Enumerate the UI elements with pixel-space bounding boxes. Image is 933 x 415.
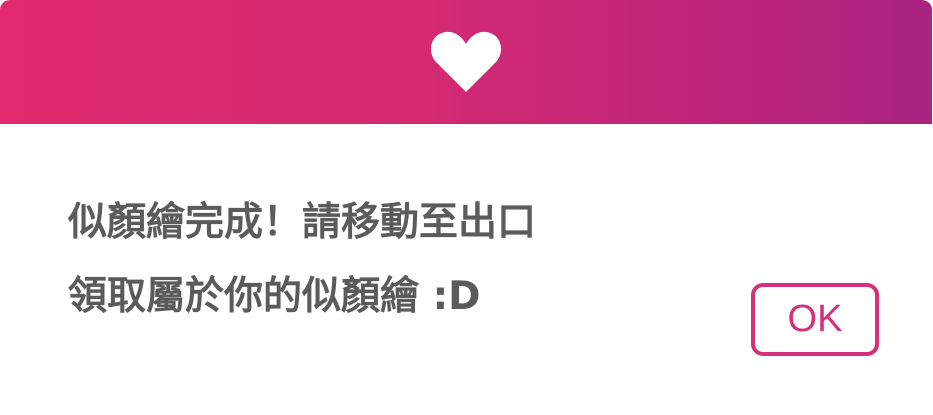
ok-button[interactable]: OK bbox=[751, 283, 879, 356]
completion-dialog: 似顏繪完成！請移動至出口 領取屬於你的似顏繪 :D OK bbox=[0, 0, 933, 415]
message-line-1: 似顏繪完成！請移動至出口 bbox=[68, 200, 537, 245]
dialog-header bbox=[0, 0, 932, 124]
heart-icon bbox=[430, 31, 502, 92]
dialog-message: 似顏繪完成！請移動至出口 領取屬於你的似顏繪 :D bbox=[68, 186, 536, 334]
message-line-2: 領取屬於你的似顏繪 :D bbox=[68, 274, 481, 319]
